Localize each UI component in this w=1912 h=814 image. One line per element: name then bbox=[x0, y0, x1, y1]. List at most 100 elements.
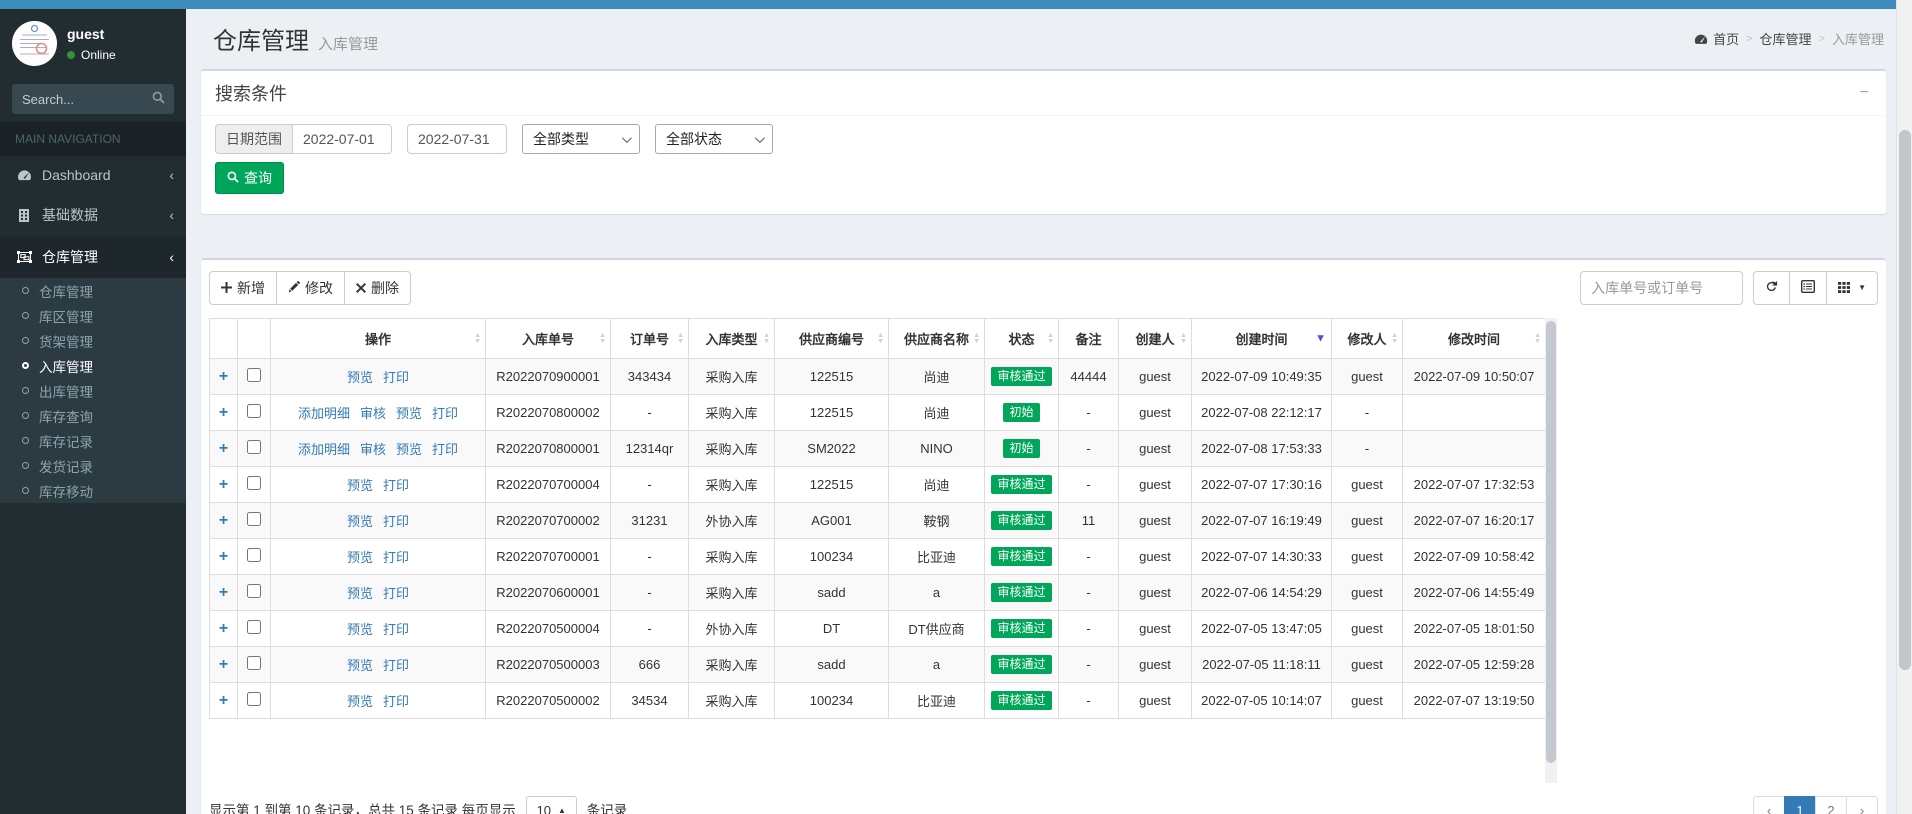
toggle-view-button[interactable] bbox=[1789, 271, 1828, 306]
row-action-link[interactable]: 预览 bbox=[347, 586, 373, 601]
date-from-input[interactable] bbox=[292, 124, 392, 154]
row-action-link[interactable]: 预览 bbox=[347, 550, 373, 565]
window-scrollbar[interactable] bbox=[1896, 0, 1912, 814]
row-action-link[interactable]: 添加明细 bbox=[298, 442, 350, 457]
row-action-link[interactable]: 打印 bbox=[383, 694, 409, 709]
page-size-select[interactable]: 10 ▲ bbox=[525, 796, 577, 814]
col-header-type[interactable]: 入库类型 ▲ ▼ bbox=[688, 318, 775, 360]
col-header-po_no[interactable]: 订单号 ▲ ▼ bbox=[610, 318, 689, 360]
cell-po_no: - bbox=[610, 610, 689, 648]
cell-type: 外协入库 bbox=[688, 502, 775, 540]
query-button[interactable]: 查询 bbox=[215, 162, 284, 194]
row-checkbox[interactable] bbox=[247, 656, 261, 671]
user-status-link[interactable]: Online bbox=[67, 48, 116, 62]
row-action-link[interactable]: 打印 bbox=[432, 406, 458, 421]
col-header-modified[interactable]: 修改时间 ▲ ▼ bbox=[1402, 318, 1546, 360]
expand-row-icon[interactable]: + bbox=[219, 404, 228, 421]
columns-button[interactable]: ▼ bbox=[1826, 271, 1878, 306]
row-action-link[interactable]: 添加明细 bbox=[298, 406, 350, 421]
row-action-link[interactable]: 打印 bbox=[383, 622, 409, 637]
row-action-link[interactable]: 预览 bbox=[347, 514, 373, 529]
sidebar-subitem-库存查询[interactable]: 库存查询 bbox=[0, 403, 186, 428]
row-action-link[interactable]: 打印 bbox=[383, 586, 409, 601]
row-action-link[interactable]: 预览 bbox=[396, 442, 422, 457]
pagination-prev[interactable]: ‹ bbox=[1753, 796, 1785, 814]
sidebar-subitem-库区管理[interactable]: 库区管理 bbox=[0, 303, 186, 328]
col-header-modifier[interactable]: 修改人 ▲ ▼ bbox=[1331, 318, 1403, 360]
table-scrollbar[interactable] bbox=[1545, 318, 1557, 784]
pagination-next[interactable]: › bbox=[1846, 796, 1878, 814]
cell-supplier_name: 尚迪 bbox=[888, 358, 985, 396]
table-search-input[interactable] bbox=[1580, 271, 1744, 306]
col-header-supplier_code[interactable]: 供应商编号 ▲ ▼ bbox=[774, 318, 889, 360]
row-checkbox[interactable] bbox=[247, 692, 261, 707]
expand-row-icon[interactable]: + bbox=[219, 584, 228, 601]
status-select[interactable]: 全部状态 bbox=[655, 124, 773, 154]
expand-row-icon[interactable]: + bbox=[219, 368, 228, 385]
row-action-link[interactable]: 打印 bbox=[383, 550, 409, 565]
breadcrumb-warehouse[interactable]: 仓库管理 bbox=[1760, 29, 1812, 48]
row-checkbox[interactable] bbox=[247, 368, 261, 383]
sidebar-search-input[interactable] bbox=[12, 84, 142, 114]
row-action-link[interactable]: 打印 bbox=[383, 478, 409, 493]
sidebar-item-warehouse[interactable]: 仓库管理 ‹ bbox=[0, 236, 186, 278]
sidebar-subitem-出库管理[interactable]: 出库管理 bbox=[0, 378, 186, 403]
type-select[interactable]: 全部类型 bbox=[522, 124, 640, 154]
expand-row-icon[interactable]: + bbox=[219, 620, 228, 637]
expand-row-icon[interactable]: + bbox=[219, 476, 228, 493]
cell-created: 2022-07-05 13:47:05 bbox=[1191, 610, 1332, 648]
expand-row-icon[interactable]: + bbox=[219, 692, 228, 709]
sidebar-subitem-库存移动[interactable]: 库存移动 bbox=[0, 478, 186, 503]
row-action-link[interactable]: 打印 bbox=[383, 514, 409, 529]
col-header-order_no[interactable]: 入库单号 ▲ ▼ bbox=[485, 318, 611, 360]
row-action-link[interactable]: 打印 bbox=[383, 658, 409, 673]
row-action-link[interactable]: 预览 bbox=[347, 694, 373, 709]
row-action-link[interactable]: 预览 bbox=[347, 622, 373, 637]
date-to-input[interactable] bbox=[407, 124, 507, 154]
row-checkbox[interactable] bbox=[247, 584, 261, 599]
expand-row-icon[interactable]: + bbox=[219, 440, 228, 457]
expand-row-icon[interactable]: + bbox=[219, 512, 228, 529]
col-header-actions[interactable]: 操作 ▲ ▼ bbox=[270, 318, 486, 360]
col-header-supplier_name[interactable]: 供应商名称 ▲ ▼ bbox=[888, 318, 985, 360]
delete-button[interactable]: 删除 bbox=[344, 271, 411, 306]
expand-row-icon[interactable]: + bbox=[219, 548, 228, 565]
col-header-status[interactable]: 状态 ▲ ▼ bbox=[984, 318, 1059, 360]
row-action-link[interactable]: 审核 bbox=[360, 406, 386, 421]
sidebar-subitem-仓库管理[interactable]: 仓库管理 bbox=[0, 278, 186, 303]
refresh-button[interactable] bbox=[1753, 271, 1791, 306]
row-checkbox[interactable] bbox=[247, 512, 261, 527]
row-checkbox[interactable] bbox=[247, 440, 261, 455]
sidebar-subitem-库存记录[interactable]: 库存记录 bbox=[0, 428, 186, 453]
col-header-creator[interactable]: 创建人 ▲ ▼ bbox=[1118, 318, 1192, 360]
row-checkbox[interactable] bbox=[247, 476, 261, 491]
row-checkbox[interactable] bbox=[247, 620, 261, 635]
sidebar-search-button[interactable] bbox=[142, 84, 174, 114]
row-action-link[interactable]: 审核 bbox=[360, 442, 386, 457]
sidebar-subitem-发货记录[interactable]: 发货记录 bbox=[0, 453, 186, 478]
cell-modifier: guest bbox=[1331, 682, 1403, 720]
add-button[interactable]: 新增 bbox=[209, 271, 277, 306]
row-action-link[interactable]: 预览 bbox=[347, 370, 373, 385]
expand-row-icon[interactable]: + bbox=[219, 656, 228, 673]
row-action-link[interactable]: 预览 bbox=[347, 658, 373, 673]
sidebar-subitem-入库管理[interactable]: 入库管理 bbox=[0, 353, 186, 378]
sidebar-item-base-data[interactable]: 基础数据 ‹ bbox=[0, 194, 186, 236]
window-scrollbar-thumb[interactable] bbox=[1899, 130, 1911, 670]
row-checkbox[interactable] bbox=[247, 404, 261, 419]
col-header-created[interactable]: 创建时间 ▼ bbox=[1191, 318, 1332, 360]
edit-button[interactable]: 修改 bbox=[276, 271, 345, 306]
row-checkbox[interactable] bbox=[247, 548, 261, 563]
row-action-link[interactable]: 预览 bbox=[347, 478, 373, 493]
records-table: 操作 ▲ ▼ 入库单号 ▲ ▼ 订单号 ▲ ▼ 入库类型 ▲ ▼ 供应商编号 ▲ ▼ 供应商名称 ▲ ▼ 状态 ▲ ▼ 备… bbox=[209, 318, 1546, 720]
row-action-link[interactable]: 预览 bbox=[396, 406, 422, 421]
row-action-link[interactable]: 打印 bbox=[383, 370, 409, 385]
sidebar-item-dashboard[interactable]: Dashboard ‹ bbox=[0, 156, 186, 194]
scrollbar-thumb[interactable] bbox=[1546, 321, 1556, 764]
pagination-page-1[interactable]: 1 bbox=[1784, 796, 1816, 814]
pagination-page-2[interactable]: 2 bbox=[1815, 796, 1847, 814]
sidebar-subitem-货架管理[interactable]: 货架管理 bbox=[0, 328, 186, 353]
breadcrumb-home[interactable]: 首页 bbox=[1713, 29, 1739, 48]
collapse-icon[interactable]: − bbox=[1857, 85, 1872, 101]
row-action-link[interactable]: 打印 bbox=[432, 442, 458, 457]
